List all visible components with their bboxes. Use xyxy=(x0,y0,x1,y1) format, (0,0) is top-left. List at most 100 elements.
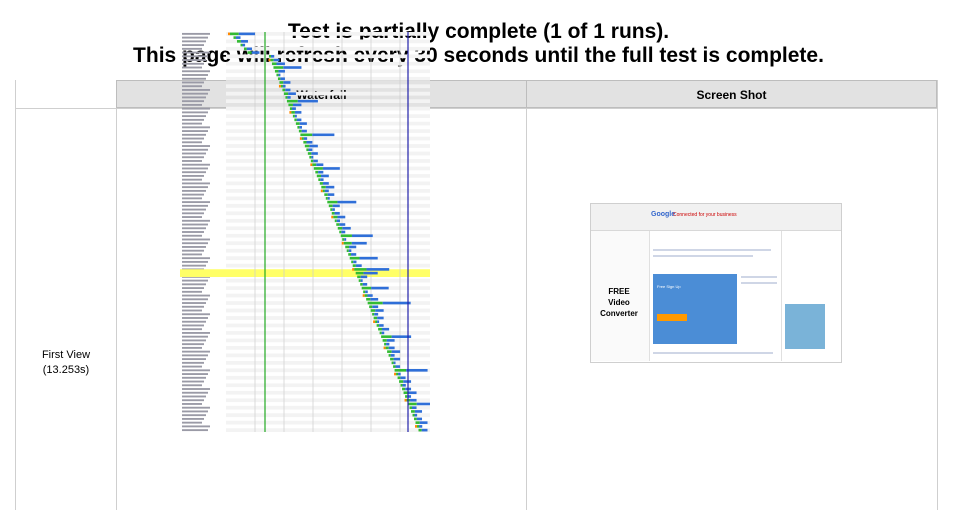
request-url-label xyxy=(182,242,208,245)
waterfall-row-band xyxy=(226,99,430,104)
request-bar-download xyxy=(287,96,291,99)
request-bar-download xyxy=(325,185,335,189)
request-bar-wait xyxy=(233,36,236,39)
request-bar-wait xyxy=(351,260,354,264)
request-url-label xyxy=(182,59,206,61)
request-bar-download xyxy=(398,372,401,376)
waterfall-row-band xyxy=(226,278,430,283)
request-bar-download xyxy=(353,260,357,264)
request-bar-download xyxy=(332,204,340,208)
request-bar-wait xyxy=(288,103,293,107)
request-bar-wait xyxy=(379,331,382,335)
request-url-label xyxy=(182,238,210,241)
request-bar-wait xyxy=(297,126,300,129)
request-bar-download xyxy=(381,331,385,335)
request-bar-wait xyxy=(321,185,326,189)
request-bar-download xyxy=(337,200,357,204)
request-bar-wait xyxy=(348,253,352,256)
request-url-label xyxy=(182,343,204,346)
request-bar-wait xyxy=(324,193,328,196)
request-url-label xyxy=(182,257,210,260)
first-view-label[interactable]: First View (13.253s) xyxy=(16,348,116,378)
status-message: Test is partially complete (1 of 1 runs)… xyxy=(0,20,957,68)
waterfall-chart[interactable] xyxy=(180,32,430,432)
screenshot-logo: Google xyxy=(651,211,676,218)
request-bar-wait xyxy=(411,410,415,413)
request-bar-wait xyxy=(366,297,371,301)
request-url-label xyxy=(182,182,210,185)
request-bar-wait xyxy=(409,406,412,410)
request-url-label xyxy=(182,429,208,432)
request-bar-download xyxy=(365,290,368,294)
request-bar-wait xyxy=(361,286,372,290)
request-bar-download xyxy=(311,152,318,155)
request-bar-wait xyxy=(310,159,314,163)
request-bar-wait xyxy=(400,383,403,387)
waterfall-row-band xyxy=(226,159,430,163)
request-bar-download xyxy=(318,170,324,174)
request-bar-wait xyxy=(243,47,247,51)
waterfall-row-band xyxy=(226,428,430,432)
request-bar-download xyxy=(282,84,286,88)
request-url-label xyxy=(182,324,204,327)
request-bar-download xyxy=(235,36,241,39)
waterfall-row-band xyxy=(226,248,430,253)
request-url-label xyxy=(182,302,206,304)
request-bar-download xyxy=(276,62,285,66)
request-bar-wait xyxy=(414,417,417,421)
request-bar-wait xyxy=(295,122,300,125)
request-url-label xyxy=(182,417,204,420)
request-url-label xyxy=(182,44,204,47)
request-bar-download xyxy=(339,223,346,226)
request-bar-wait xyxy=(415,421,420,424)
request-bar-wait xyxy=(342,238,345,241)
request-url-label xyxy=(182,92,208,95)
request-bar-connect xyxy=(278,84,281,88)
request-bar-download xyxy=(306,140,313,144)
promo-line-1: FREE xyxy=(608,287,630,296)
request-bar-download xyxy=(374,312,379,316)
screenshot-ad-button-label: Free Sign Up xyxy=(657,284,681,289)
request-bar-wait xyxy=(291,111,295,114)
row-divider xyxy=(16,108,937,109)
request-bar-wait xyxy=(337,226,343,230)
request-url-label xyxy=(182,81,204,84)
request-bar-download xyxy=(283,81,291,84)
request-bar-download xyxy=(351,253,357,256)
waterfall-row-band xyxy=(226,54,430,59)
request-bar-connect xyxy=(373,320,376,324)
request-bar-download xyxy=(377,320,380,324)
request-bar-download xyxy=(382,301,411,305)
request-url-label xyxy=(182,36,208,39)
waterfall-row-band xyxy=(226,211,430,216)
request-url-label xyxy=(182,89,210,91)
request-bar-download xyxy=(301,129,307,133)
page-screenshot-thumbnail[interactable]: Google Connected for your business FREE … xyxy=(590,203,842,363)
request-bar-wait xyxy=(390,357,394,361)
request-url-label xyxy=(182,167,208,170)
request-bar-wait xyxy=(418,428,422,432)
request-url-label xyxy=(182,391,208,394)
request-bar-download xyxy=(393,361,396,365)
view-name: First View xyxy=(41,349,91,361)
request-url-label xyxy=(182,107,210,110)
request-bar-wait xyxy=(306,148,309,152)
waterfall-row-band xyxy=(226,405,430,410)
request-url-label xyxy=(182,403,202,405)
request-url-label xyxy=(182,320,206,323)
request-bar-download xyxy=(273,58,280,62)
request-url-label xyxy=(182,260,208,263)
request-url-label xyxy=(182,365,202,368)
request-bar-wait xyxy=(378,327,382,331)
request-bar-wait xyxy=(277,77,281,81)
request-bar-wait xyxy=(268,54,271,58)
request-url-label xyxy=(182,66,202,69)
request-bar-download xyxy=(299,122,307,125)
request-bar-wait xyxy=(273,66,284,69)
request-bar-wait xyxy=(285,96,288,99)
request-bar-download xyxy=(351,241,367,245)
waterfall-row-band xyxy=(226,256,430,261)
request-bar-download xyxy=(416,402,430,406)
request-bar-wait xyxy=(417,425,420,428)
request-bar-download xyxy=(360,279,363,282)
